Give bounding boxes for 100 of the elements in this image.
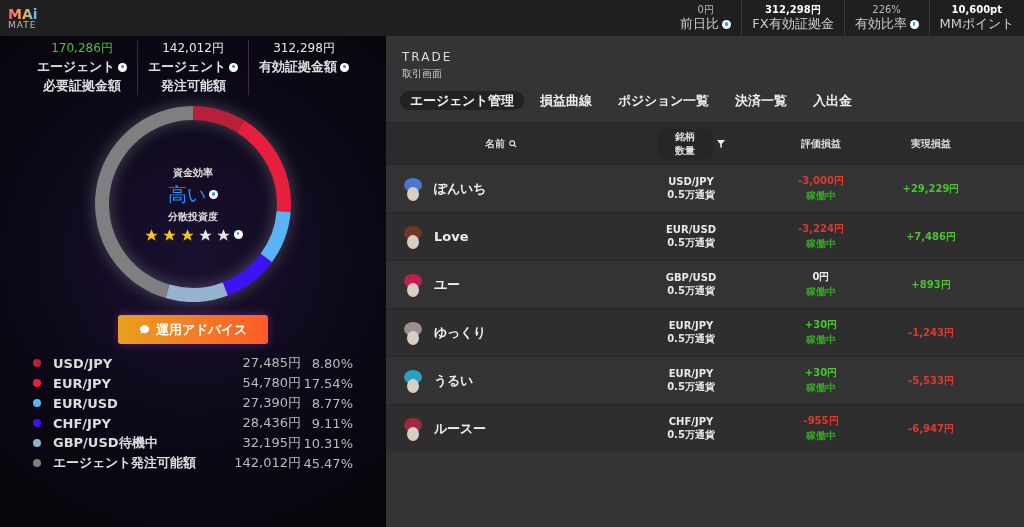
- tab[interactable]: 損益曲線: [530, 91, 602, 110]
- legend-amount: 32,195円: [241, 434, 301, 452]
- unrealized-pl: +30円: [804, 318, 838, 332]
- summary-value: 312,298円: [273, 40, 335, 57]
- stat-label: 有効比率: [854, 17, 907, 32]
- help-icon[interactable]: [229, 62, 238, 72]
- filter-icon[interactable]: [717, 139, 725, 148]
- avatar-icon: [402, 319, 424, 346]
- gauge-label: 資金効率: [173, 165, 213, 180]
- quantity-text: 0.5万通貨: [667, 187, 715, 202]
- stat-value: 312,298円: [765, 4, 821, 16]
- column-header: 銘柄: [675, 129, 695, 144]
- star-icon: [197, 227, 213, 243]
- quantity-text: 0.5万通貨: [667, 235, 715, 250]
- help-icon[interactable]: [909, 20, 919, 29]
- summary-value: 142,012円: [162, 40, 224, 57]
- realized-pl: -1,243円: [908, 325, 954, 340]
- pair-text: EUR/USD: [666, 223, 716, 235]
- search-icon[interactable]: [509, 139, 517, 148]
- legend-amount: 54,780円: [241, 374, 301, 392]
- legend-name: EUR/USD: [53, 395, 119, 411]
- legend-amount: 28,436円: [241, 414, 301, 432]
- pair-text: CHF/JPY: [668, 415, 714, 427]
- stat-label: MMポイント: [939, 17, 1014, 32]
- summary-sublabel: 発注可能額: [160, 77, 226, 95]
- logo-subtext: MATE: [8, 20, 38, 30]
- avatar-icon: [402, 223, 424, 250]
- legend-name: EUR/JPY: [53, 375, 112, 391]
- pair-text: USD/JPY: [668, 175, 714, 187]
- status-text: 稼働中: [806, 189, 836, 203]
- status-text: 稼働中: [806, 381, 836, 395]
- star-icon: [143, 227, 159, 243]
- legend-name: CHF/JPY: [53, 415, 112, 431]
- realized-pl: +29,229円: [902, 181, 960, 196]
- star-icon: [215, 227, 231, 243]
- tab[interactable]: ポジション一覧: [608, 91, 719, 110]
- agent-name: Love: [434, 229, 469, 244]
- speech-bubble-icon: [139, 324, 150, 335]
- pair-text: EUR/JPY: [668, 319, 714, 331]
- realized-pl: -6,947円: [908, 421, 954, 436]
- gauge-label: 分散投資度: [168, 209, 218, 224]
- column-header-chip[interactable]: 銘柄 数量: [657, 128, 713, 159]
- summary-label: 有効証拠金額: [259, 58, 337, 76]
- avatar-icon: [402, 367, 424, 394]
- legend-amount: 27,485円: [241, 354, 301, 372]
- summary-label: エージェント: [37, 58, 115, 76]
- stat-label: 前日比: [680, 17, 720, 32]
- quantity-text: 0.5万通貨: [667, 331, 715, 346]
- legend-amount: 142,012円: [233, 454, 301, 472]
- status-text: 稼働中: [806, 237, 836, 251]
- agent-name: ユー: [434, 275, 460, 294]
- pair-text: GBP/USD: [665, 271, 717, 283]
- tab[interactable]: 入出金: [803, 91, 862, 110]
- unrealized-pl: -3,000円: [798, 174, 844, 188]
- legend-share: 8.80%: [310, 355, 353, 371]
- status-text: 稼働中: [806, 333, 836, 347]
- legend-share: 8.77%: [310, 395, 353, 411]
- star-icon: [179, 227, 195, 243]
- quantity-text: 0.5万通貨: [667, 427, 715, 442]
- agent-name: うるい: [434, 371, 473, 390]
- realized-pl: +893円: [911, 277, 951, 292]
- page-subtitle: 取引画面: [402, 67, 442, 81]
- tab[interactable]: 決済一覧: [725, 91, 797, 110]
- unrealized-pl: -955円: [803, 414, 839, 428]
- efficiency-value: 高い: [168, 181, 206, 207]
- help-icon[interactable]: [209, 190, 218, 199]
- quantity-text: 0.5万通貨: [667, 283, 715, 298]
- legend-share: 9.11%: [310, 415, 353, 431]
- pair-text: EUR/JPY: [668, 367, 714, 379]
- agent-name: ルースー: [434, 419, 486, 438]
- column-header: 実現損益: [911, 136, 951, 151]
- star-icon: [161, 227, 177, 243]
- help-icon[interactable]: [118, 62, 127, 72]
- help-icon[interactable]: [722, 20, 732, 29]
- agent-name: ゆっくり: [434, 323, 486, 342]
- help-icon[interactable]: [340, 62, 349, 72]
- stat-value: 226%: [872, 4, 901, 16]
- stat-value: 10,600pt: [951, 4, 1003, 16]
- tab[interactable]: エージェント管理: [400, 91, 524, 110]
- legend-share: 17.54%: [302, 375, 353, 391]
- summary-sublabel: 必要証拠金額: [43, 77, 121, 95]
- help-icon[interactable]: [233, 229, 243, 239]
- summary-label: エージェント: [148, 58, 226, 76]
- agent-name: ぽんいち: [434, 179, 486, 198]
- page-title: TRADE: [402, 50, 453, 64]
- unrealized-pl: +30円: [804, 366, 838, 380]
- unrealized-pl: -3,224円: [798, 222, 844, 236]
- legend-amount: 27,390円: [241, 394, 301, 412]
- realized-pl: -5,533円: [908, 373, 954, 388]
- stat-value: 0円: [697, 4, 714, 16]
- legend-name: エージェント発注可能額: [53, 454, 197, 472]
- summary-value: 170,286円: [51, 40, 113, 57]
- column-header: 数量: [675, 143, 695, 158]
- status-text: 稼働中: [806, 429, 836, 443]
- legend-name: GBP/USD待機中: [53, 434, 159, 452]
- unrealized-pl: 0円: [812, 270, 830, 284]
- logo-text: MAi: [8, 6, 38, 21]
- column-header: 評価損益: [801, 136, 841, 151]
- realized-pl: +7,486円: [906, 229, 956, 244]
- stat-label: FX有効証拠金: [752, 17, 834, 32]
